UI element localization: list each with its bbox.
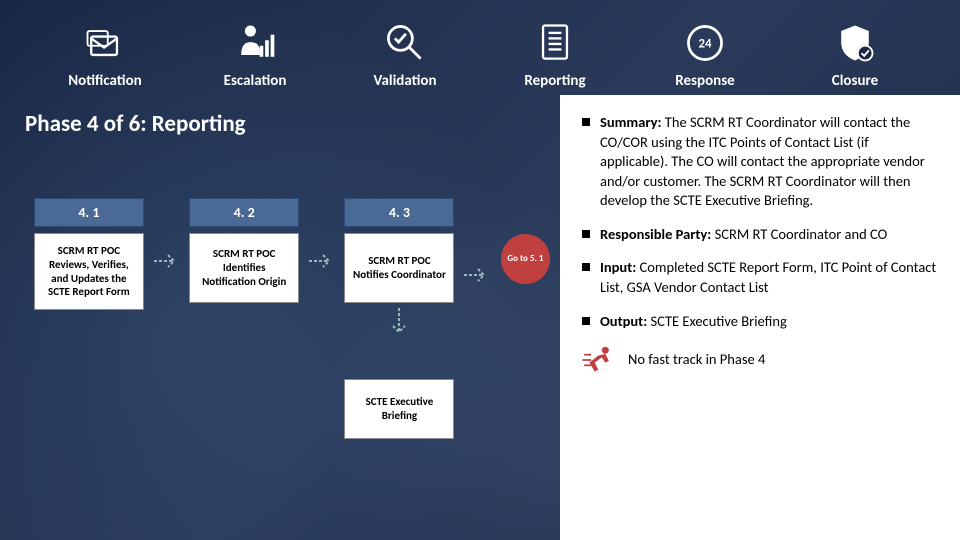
- step-number: 4. 1: [34, 198, 144, 227]
- svg-text:24: 24: [698, 37, 712, 52]
- person-chart-icon: [230, 18, 280, 68]
- flow-step-3: 4. 3 SCRM RT POC Notifies Coordinator SC…: [336, 198, 464, 439]
- output-box: SCTE Executive Briefing: [344, 379, 454, 439]
- flow-step-2: 4. 2 SCRM RT POC Identifies Notification…: [180, 198, 308, 303]
- step-escalation: Escalation: [180, 18, 330, 90]
- running-icon: [582, 345, 618, 375]
- shield-check-icon: [830, 18, 880, 68]
- arrow-right-icon: [463, 240, 491, 310]
- arrow-right-icon: [153, 226, 181, 296]
- bullet-icon: [582, 263, 590, 271]
- bullet-icon: [582, 317, 590, 325]
- document-icon: [530, 18, 580, 68]
- fast-track-text: No fast track in Phase 4: [628, 350, 765, 370]
- step-label: Notification: [68, 72, 141, 90]
- step-closure: Closure: [780, 18, 930, 90]
- flow-step-1: 4. 1 SCRM RT POC Reviews, Verifies, and …: [25, 198, 153, 310]
- step-label: Escalation: [224, 72, 287, 90]
- mail-icon: [80, 18, 130, 68]
- bullet-responsible: Responsible Party: SCRM RT Coordinator a…: [582, 225, 938, 245]
- goto-circle: Go to 5. 1: [501, 234, 550, 284]
- process-flow: 4. 1 SCRM RT POC Reviews, Verifies, and …: [25, 198, 550, 439]
- step-box: SCRM RT POC Notifies Coordinator: [344, 233, 454, 303]
- phase-title: Phase 4 of 6: Reporting: [25, 110, 550, 138]
- step-label: Reporting: [524, 72, 585, 90]
- details-panel: Summary: The SCRM RT Coordinator will co…: [560, 95, 960, 540]
- step-number: 4. 2: [189, 198, 299, 227]
- step-number: 4. 3: [344, 198, 454, 227]
- step-notification: Notification: [30, 18, 180, 90]
- clock-24-icon: 24: [680, 18, 730, 68]
- arrow-down-icon: [389, 307, 409, 339]
- bullet-icon: [582, 118, 590, 126]
- phase-steps-bar: Notification Escalation Validation Repor…: [0, 0, 960, 95]
- bullet-summary: Summary: The SCRM RT Coordinator will co…: [582, 113, 938, 211]
- fast-track-note: No fast track in Phase 4: [582, 345, 938, 375]
- magnify-check-icon: [380, 18, 430, 68]
- step-reporting: Reporting: [480, 18, 630, 90]
- bullet-output: Output: SCTE Executive Briefing: [582, 312, 938, 332]
- step-label: Closure: [832, 72, 878, 90]
- flow-panel: Phase 4 of 6: Reporting 4. 1 SCRM RT POC…: [0, 95, 560, 540]
- arrow-right-icon: [308, 226, 336, 296]
- step-validation: Validation: [330, 18, 480, 90]
- step-label: Validation: [373, 72, 436, 90]
- bullet-input: Input: Completed SCTE Report Form, ITC P…: [582, 258, 938, 297]
- step-response: 24 Response: [630, 18, 780, 90]
- step-box: SCRM RT POC Identifies Notification Orig…: [189, 233, 299, 303]
- step-box: SCRM RT POC Reviews, Verifies, and Updat…: [34, 233, 144, 310]
- bullet-icon: [582, 230, 590, 238]
- step-label: Response: [675, 72, 734, 90]
